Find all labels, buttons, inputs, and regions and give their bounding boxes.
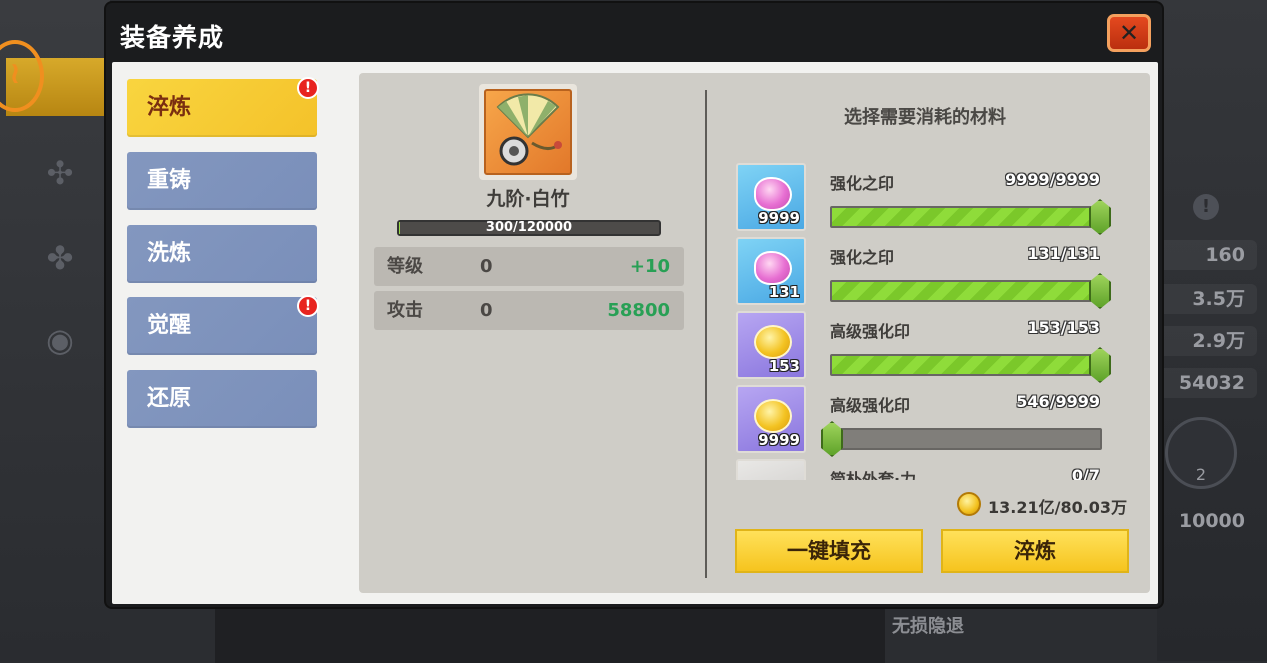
signal-icon: ◉ [46,321,74,359]
background-stat: 2.9万 [1157,326,1257,356]
material-quantity: 0/7 [1071,466,1100,480]
stat-gain: +10 [629,256,670,277]
material-count: 9999 [758,431,800,449]
close-button[interactable]: ✕ [1107,14,1151,52]
alert-badge-icon: ! [297,295,319,317]
gold-coin-icon [957,492,981,516]
swirl-icon: ✣ [46,154,74,192]
tab-awaken[interactable]: 觉醒 ! [127,295,319,355]
equipment-name: 九阶·白竹 [486,188,570,210]
gold-seal-icon[interactable]: 153 [736,311,806,379]
material-row: 9999 高级强化印 546/9999 [730,382,1130,457]
material-quantity: 546/9999 [1016,392,1100,411]
background-bottom-frame [215,600,885,663]
stat-label: 等级 [387,256,423,277]
fan-weapon-icon [484,89,572,175]
materials-list[interactable]: 9999 强化之印 9999/9999 131 强化之印 131/131 153… [730,160,1130,480]
tab-label: 觉醒 [147,313,192,338]
experience-text: 300/120000 [485,220,573,235]
pink-gem-icon[interactable]: 9999 [736,163,806,231]
slider-fill [832,282,1100,300]
material-slider[interactable] [830,199,1111,235]
tab-label: 洗炼 [147,241,192,266]
material-slider[interactable] [830,347,1111,383]
background-stat: 10000 [1178,510,1245,532]
stat-value: 0 [480,300,493,321]
slider-fill [832,356,1100,374]
material-quantity: 9999/9999 [1005,170,1100,189]
background-left-nav: ≀ ✣ ✤ ◉ [0,0,110,661]
slider-handle[interactable] [1089,273,1111,309]
tab-label: 重铸 [147,168,192,193]
refine-button[interactable]: 淬炼 [941,529,1129,573]
tab-label: 淬炼 [147,95,192,120]
material-name: 高级强化印 [830,322,911,341]
slider-handle[interactable] [1089,199,1111,235]
dialog-title: 装备养成 [120,23,225,52]
tab-restore[interactable]: 还原 [127,370,317,428]
stat-row-attack: 攻击 0 58800 [374,291,684,330]
material-row: 131 强化之印 131/131 [730,234,1130,309]
stat-value: 0 [480,256,493,277]
material-count: 131 [768,283,800,301]
equipment-slot[interactable] [479,84,577,180]
material-count: 153 [768,357,800,375]
material-row: 9999 强化之印 9999/9999 [730,160,1130,235]
stat-row-level: 等级 0 +10 [374,247,684,286]
pink-gem-icon[interactable]: 131 [736,237,806,305]
material-slider[interactable] [821,421,1102,457]
material-count: 9999 [758,209,800,227]
slider-handle[interactable] [821,421,843,457]
emblem-icon: ✤ [46,239,74,277]
background-stat: 160 [1157,240,1257,270]
materials-heading: 选择需要消耗的材料 [844,107,1006,128]
tab-refine[interactable]: 淬炼 ! [127,77,319,137]
gold-seal-icon[interactable]: 9999 [736,385,806,453]
auto-fill-button[interactable]: 一键填充 [735,529,923,573]
panel-divider [705,90,707,578]
material-name: 强化之印 [830,174,895,193]
background-stat: 54032 [1157,368,1257,398]
background-hero-avatar: 2 [1165,417,1237,489]
slider-fill [832,208,1100,226]
warning-icon: ! [1193,194,1219,220]
material-slider[interactable] [830,273,1111,309]
stat-gain: 58800 [607,300,670,321]
background-right-panel: ! 160 3.5万 2.9万 54032 2 10000 [1157,0,1267,661]
coat-icon[interactable] [736,459,806,480]
stat-label: 攻击 [387,300,423,321]
material-row: 简朴外套·力 0/7 [730,456,1130,480]
alert-badge-icon: ! [297,77,319,99]
material-quantity: 131/131 [1027,244,1100,263]
material-row: 153 高级强化印 153/153 [730,308,1130,383]
background-bottom-label: 无损隐退 [892,616,964,637]
tab-recast[interactable]: 重铸 [127,152,317,210]
tab-reroll[interactable]: 洗炼 [127,225,317,283]
material-quantity: 153/153 [1027,318,1100,337]
material-name: 强化之印 [830,248,895,267]
material-name: 简朴外套·力 [830,470,917,480]
gold-amount: 13.21亿/80.03万 [988,498,1128,517]
background-stat: 3.5万 [1157,284,1257,314]
slider-handle[interactable] [1089,347,1111,383]
tab-label: 还原 [147,386,192,411]
material-name: 高级强化印 [830,396,911,415]
